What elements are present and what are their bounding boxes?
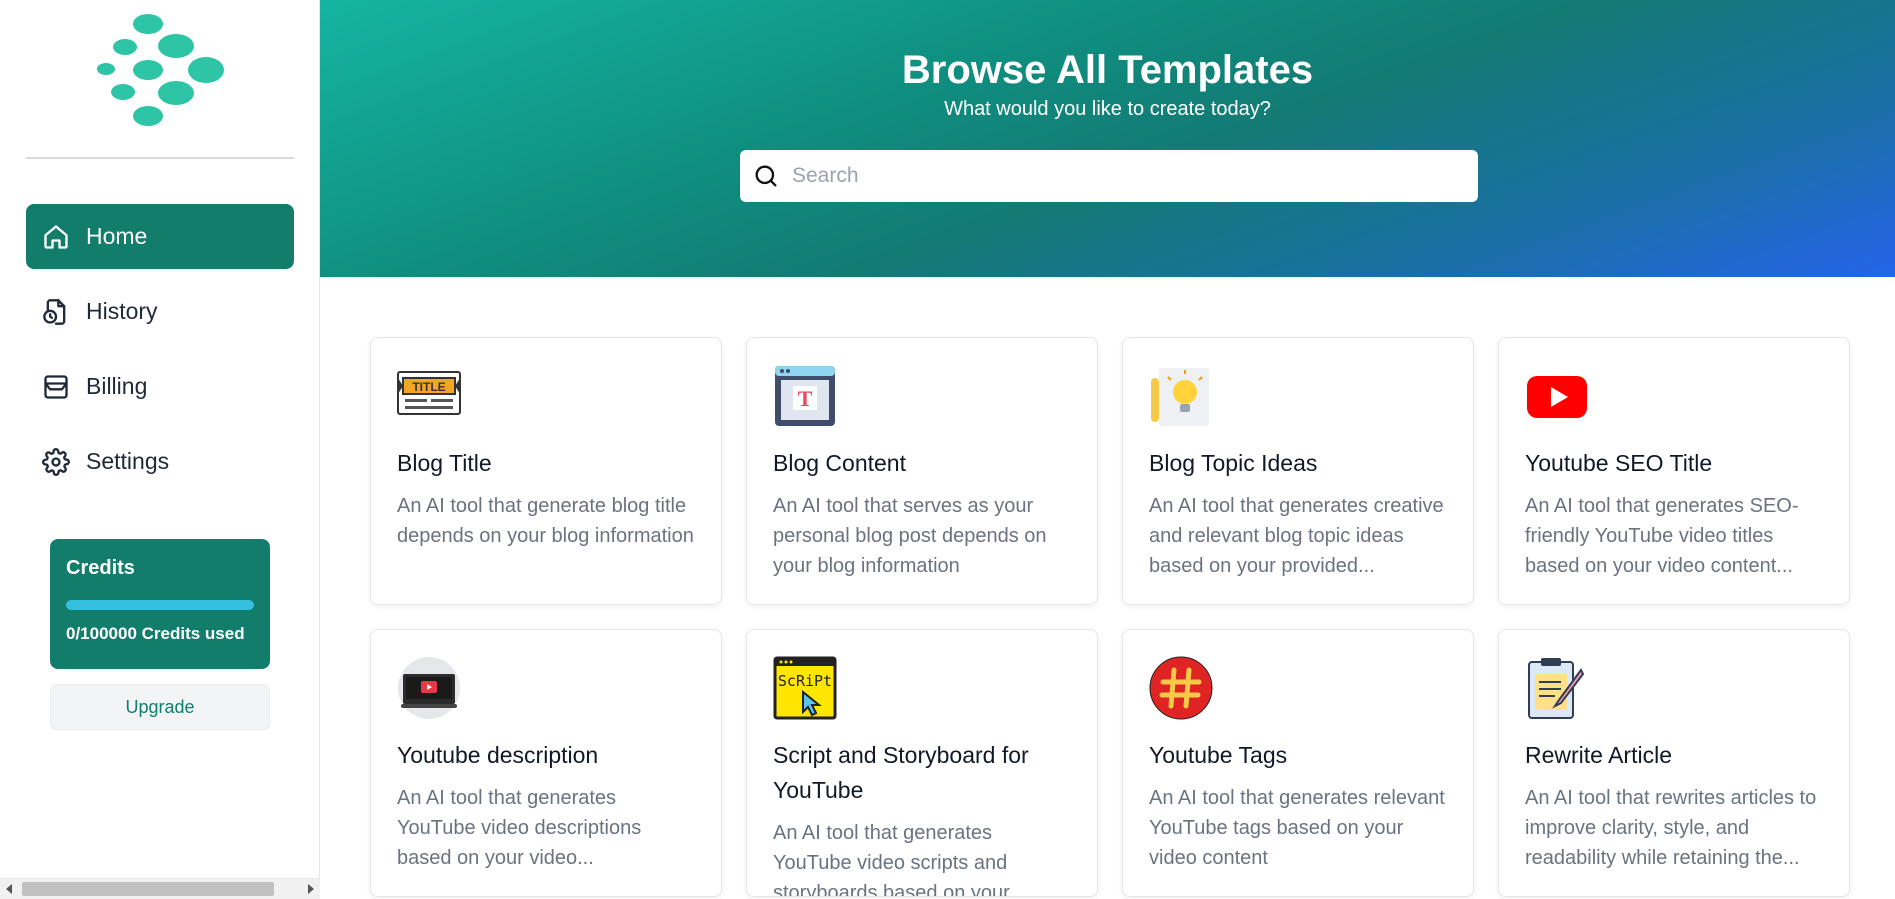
- youtube-icon: [1525, 364, 1589, 428]
- template-title: Script and Storyboard for YouTube: [773, 742, 1029, 803]
- template-description: An AI tool that generates SEO-friendly Y…: [1525, 495, 1799, 577]
- sidebar-item-billing[interactable]: Billing: [26, 354, 294, 419]
- hero-banner: Browse All Templates What would you like…: [320, 0, 1895, 277]
- template-title: Blog Content: [773, 450, 906, 476]
- search-bar[interactable]: [740, 150, 1478, 202]
- credits-card: Credits 0/100000 Credits used: [50, 539, 270, 669]
- sidebar-item-settings[interactable]: Settings: [26, 429, 294, 494]
- sidebar-item-home[interactable]: Home: [26, 204, 294, 269]
- scrollbar-thumb[interactable]: [22, 882, 274, 896]
- video-screen-icon: [397, 656, 461, 720]
- template-description: An AI tool that generates YouTube video …: [397, 787, 642, 869]
- template-description: An AI tool that rewrites articles to imp…: [1525, 787, 1817, 869]
- settings-icon: [42, 447, 70, 476]
- template-card-youtube-description[interactable]: Youtube description An AI tool that gene…: [370, 629, 722, 897]
- home-icon: [42, 223, 70, 251]
- hashtag-icon: [1149, 656, 1213, 720]
- template-card-youtube-seo-title[interactable]: Youtube SEO Title An AI tool that genera…: [1498, 337, 1850, 605]
- page-title: Browse All Templates: [901, 48, 1314, 92]
- sidebar-item-label: Settings: [86, 448, 170, 474]
- logo-icon: [97, 14, 224, 126]
- template-description: An AI tool that generates creative and r…: [1149, 495, 1444, 577]
- sidebar-item-label: Billing: [86, 373, 148, 399]
- template-card-blog-title[interactable]: TITLE Blog Title An AI tool that generat…: [370, 337, 722, 605]
- scroll-left-icon[interactable]: [6, 884, 12, 894]
- template-description: An AI tool that generate blog title depe…: [397, 495, 694, 547]
- history-icon: [42, 298, 70, 326]
- svg-text:TITLE: TITLE: [412, 380, 445, 394]
- title-tag-icon: TITLE: [397, 364, 461, 428]
- template-card-rewrite-article[interactable]: Rewrite Article An AI tool that rewrites…: [1498, 629, 1850, 897]
- page-subtitle: What would you like to create today?: [944, 98, 1271, 120]
- sidebar-divider: [26, 157, 294, 159]
- template-title: Youtube Tags: [1149, 742, 1288, 768]
- sidebar-item-history[interactable]: History: [26, 279, 294, 344]
- billing-icon: [42, 373, 70, 401]
- template-description: An AI tool that serves as your personal …: [773, 495, 1047, 577]
- rewrite-article-icon: [1525, 656, 1589, 720]
- svg-text:ScRiPt: ScRiPt: [778, 672, 832, 690]
- template-description: An AI tool that generates YouTube video …: [773, 822, 1010, 897]
- app-logo[interactable]: [90, 10, 230, 130]
- upgrade-button[interactable]: Upgrade: [50, 684, 270, 730]
- sidebar-item-label: Home: [86, 223, 148, 249]
- script-icon: ScRiPt: [773, 656, 837, 720]
- template-title: Youtube description: [397, 742, 599, 768]
- search-input[interactable]: [790, 163, 1450, 189]
- lightbulb-idea-icon: [1149, 364, 1213, 428]
- template-description: An AI tool that generates relevant YouTu…: [1149, 787, 1445, 869]
- template-card-blog-topic-ideas[interactable]: Blog Topic Ideas An AI tool that generat…: [1122, 337, 1474, 605]
- svg-text:T: T: [798, 386, 813, 411]
- template-title: Youtube SEO Title: [1525, 450, 1713, 476]
- credits-title: Credits: [66, 557, 135, 579]
- template-card-blog-content[interactable]: T Blog Content An AI tool that serves as…: [746, 337, 1098, 605]
- blog-content-icon: T: [773, 364, 837, 428]
- template-title: Blog Topic Ideas: [1149, 450, 1318, 476]
- credits-progress-bar: [66, 600, 254, 610]
- sidebar-item-label: History: [86, 298, 158, 324]
- template-title: Blog Title: [397, 450, 492, 476]
- template-card-youtube-tags[interactable]: Youtube Tags An AI tool that generates r…: [1122, 629, 1474, 897]
- scroll-right-icon[interactable]: [308, 884, 314, 894]
- search-icon: [755, 165, 777, 187]
- template-title: Rewrite Article: [1525, 742, 1672, 768]
- horizontal-scrollbar[interactable]: [0, 878, 320, 899]
- template-grid: TITLE Blog Title An AI tool that generat…: [370, 337, 1850, 897]
- sidebar: Home History Billing Settings Credits 0/…: [0, 0, 320, 899]
- credits-used-text: 0/100000 Credits used: [66, 624, 245, 643]
- template-card-script-storyboard[interactable]: ScRiPt Script and Storyboard for YouTube…: [746, 629, 1098, 897]
